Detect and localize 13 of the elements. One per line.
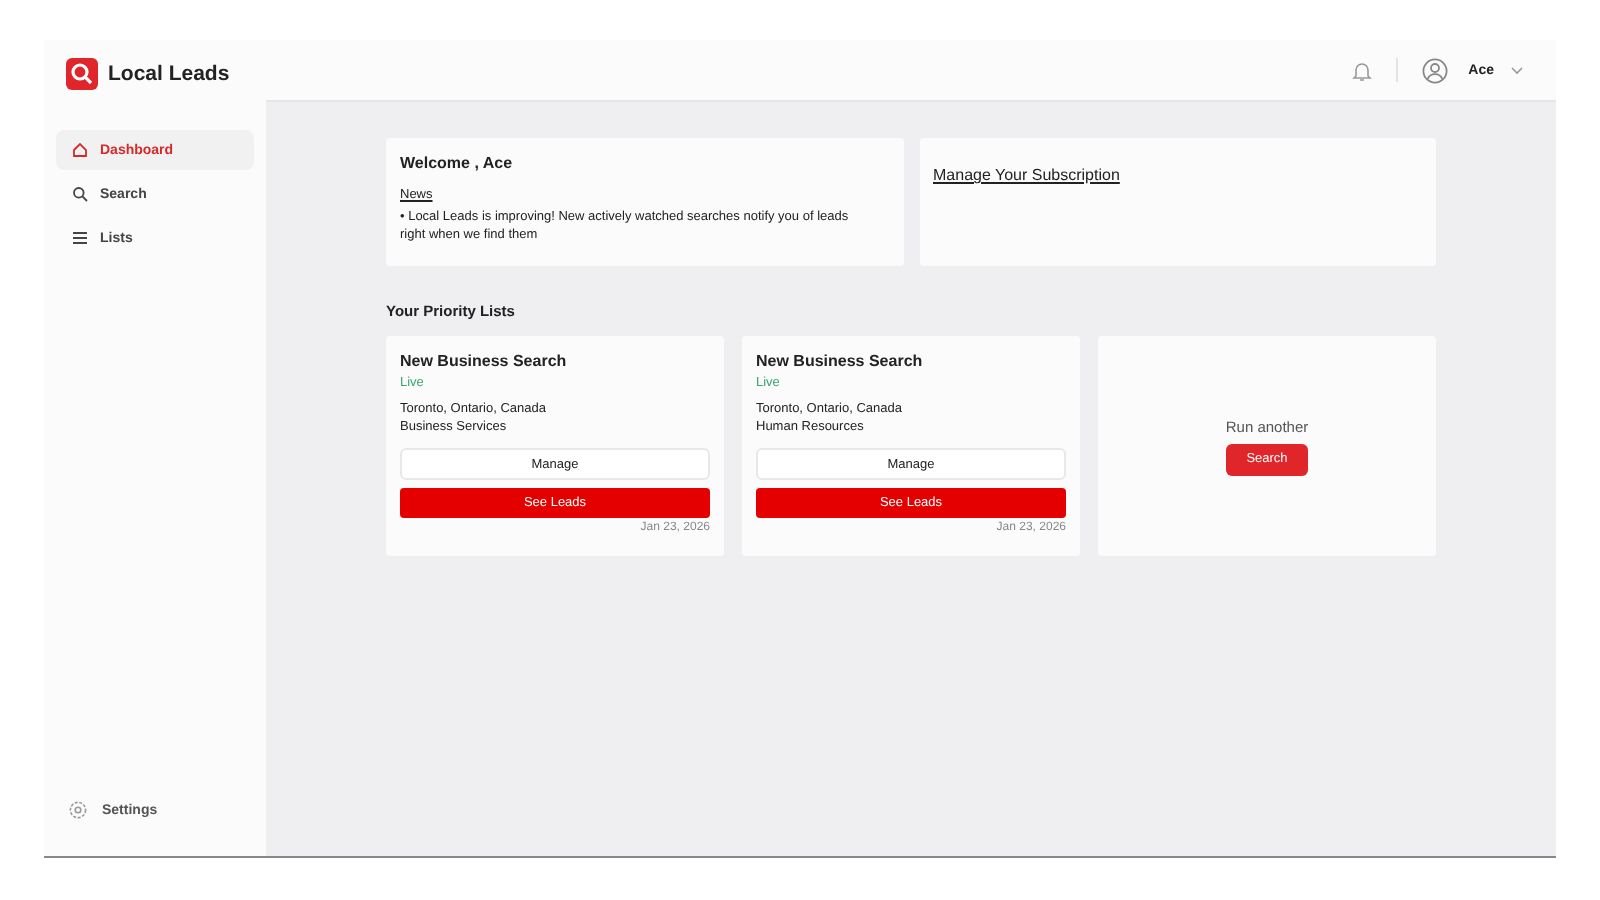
logo-icon bbox=[66, 58, 98, 90]
settings-icon bbox=[68, 800, 88, 820]
list-title: New Business Search bbox=[400, 352, 569, 370]
list-icon bbox=[72, 230, 88, 246]
bell-icon[interactable] bbox=[1352, 59, 1373, 81]
search-icon bbox=[72, 186, 88, 202]
chevron-down-icon[interactable] bbox=[1510, 65, 1524, 75]
list-title: New Business Search bbox=[756, 352, 925, 370]
manage-subscription-link[interactable]: Manage Your Subscription bbox=[933, 166, 1120, 184]
welcome-title: Welcome , Ace bbox=[400, 154, 515, 172]
brand-name: Local Leads bbox=[108, 62, 230, 86]
home-icon bbox=[72, 142, 88, 158]
user-avatar-icon[interactable] bbox=[1422, 57, 1449, 83]
